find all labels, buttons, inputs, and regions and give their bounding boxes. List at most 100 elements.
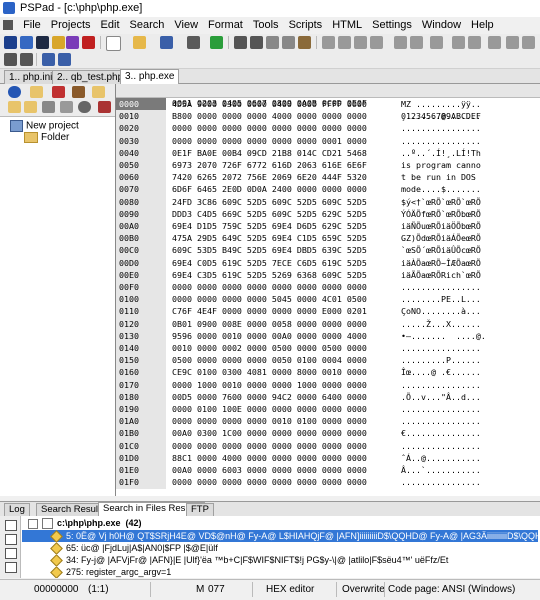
hex-row-ascii[interactable]: ................: [401, 476, 481, 489]
hex-row-bytes[interactable]: 69E4 D1D5 759C 52D5 69E4 D6D5 629C 52D5: [172, 220, 367, 233]
hex-row-ascii[interactable]: ¸.......@.......: [401, 110, 481, 123]
results-file-header[interactable]: c:\php\php.exe (42): [22, 517, 142, 529]
tab-log[interactable]: Log: [4, 503, 30, 517]
menu-format[interactable]: Format: [203, 17, 248, 33]
sort-icon[interactable]: [468, 36, 481, 49]
favorites-icon[interactable]: [52, 86, 65, 98]
menu-settings[interactable]: Settings: [367, 17, 417, 33]
matching-bracket-icon[interactable]: [4, 53, 17, 66]
hex-row-bytes[interactable]: 24FD 3C86 609C 52D5 609C 52D5 609C 52D5: [172, 196, 367, 209]
menu-tools[interactable]: Tools: [248, 17, 284, 33]
new-folder-icon[interactable]: [8, 101, 21, 113]
hex-row-ascii[interactable]: .Õ..v..."Â..d...: [401, 391, 481, 404]
search-icon[interactable]: [234, 36, 247, 49]
hex-row-ascii[interactable]: iäÀÕaœRÕ~ÎÆÕaœRÕ: [401, 257, 481, 270]
hex-row[interactable]: 0030 0000 0000 0000 0000 0000 0000 0001 0…: [116, 134, 540, 148]
menu-html[interactable]: HTML: [327, 17, 367, 33]
result-line[interactable]: 65: üc@ |FjdLuj|A$|AN0|$FP |$@E|ülf: [22, 542, 538, 554]
hex-row-ascii[interactable]: `œSÕ´œRÕiäÛÕcœRÕ: [401, 244, 481, 257]
properties-icon[interactable]: [42, 101, 55, 113]
hex-row-ascii[interactable]: ÇoNO........à...: [401, 305, 481, 318]
hex-row-ascii[interactable]: ................: [401, 379, 481, 392]
add-file-icon[interactable]: [24, 101, 37, 113]
open-project-icon[interactable]: [4, 36, 17, 49]
hex-row-bytes[interactable]: 0000 0000 0000 0000 0000 0000 0000 0000: [172, 122, 367, 135]
hex-row-bytes[interactable]: 475A 29D5 649C 52D5 69E4 C1D5 659C 52D5: [172, 232, 367, 245]
tree-folder[interactable]: Folder: [24, 132, 69, 143]
hex-row[interactable]: 01E0 00A0 0000 6003 0000 0000 0000 0000 0…: [116, 464, 540, 477]
hex-editor[interactable]: 0001 0203 0405 0607 0809 0A0B 0C0D 0E0F …: [116, 84, 540, 496]
format-icon[interactable]: [430, 36, 443, 49]
hex-row-ascii[interactable]: iäÑÕuœRÕiäÖÕbœRÕ: [401, 220, 481, 233]
hex-row-bytes[interactable]: 609C 53D5 B49C 52D5 69E4 DBD5 639C 52D5: [172, 244, 367, 257]
replace-icon[interactable]: [250, 36, 263, 49]
goto-icon[interactable]: [20, 53, 33, 66]
hex-row-ascii[interactable]: t be run in DOS: [401, 171, 481, 184]
hex-row[interactable]: 0150 0500 0000 0000 0000 0050 0100 0004 0…: [116, 354, 540, 368]
hex-row-bytes[interactable]: 0000 0000 0000 0000 0010 0100 0000 0000: [172, 415, 367, 428]
hex-row[interactable]: 0020 0000 0000 0000 0000 0000 0000 0000 0…: [116, 122, 540, 136]
tab-php-ini[interactable]: 1.. php.ini: [4, 70, 58, 84]
hex-row[interactable]: 0130 9596 0000 0010 0000 00A0 0000 0000 4…: [116, 329, 540, 343]
case-icon[interactable]: [488, 36, 501, 49]
hex-row[interactable]: 0080 24FD 3C86 609C 52D5 609C 52D5 609C 5…: [116, 195, 540, 209]
hex-row[interactable]: 0070 6D6F 6465 2E0D 0D0A 2400 0000 0000 0…: [116, 183, 540, 197]
hex-row-bytes[interactable]: B800 0000 0000 0000 4000 0000 0000 0000: [172, 110, 367, 123]
dropdown-icon[interactable]: [52, 36, 65, 49]
menu-window[interactable]: Window: [417, 17, 466, 33]
tab-php-exe[interactable]: 3.. php.exe: [120, 69, 180, 85]
hex-row-ascii[interactable]: ........PE..L...: [401, 293, 481, 306]
hex-row-bytes[interactable]: 6D6F 6465 2E0D 0D0A 2400 0000 0000 0000: [172, 183, 367, 196]
hex-row-ascii[interactable]: MZ .........ÿÿ..: [401, 98, 481, 111]
hex-row-bytes[interactable]: CE9C 0100 0300 4081 0000 8000 0010 0000: [172, 366, 367, 379]
hex-row[interactable]: 0060 7420 6265 2072 756E 2069 6E20 444F 5…: [116, 171, 540, 185]
hex-row[interactable]: 00A0 69E4 D1D5 759C 52D5 69E4 D6D5 629C 5…: [116, 220, 540, 233]
outdent-icon[interactable]: [370, 36, 383, 49]
save-icon[interactable]: [160, 36, 173, 49]
result-line[interactable]: 5: 0Ë@ Vj h0H@ QT$SRjH4E@ VD$@nH@ Fy-A@ …: [22, 530, 538, 542]
hex-row-ascii[interactable]: ................: [401, 281, 481, 294]
clip-icon[interactable]: [72, 86, 85, 98]
uncomment-icon[interactable]: [410, 36, 423, 49]
hex-row-bytes[interactable]: 00A0 0300 1C00 0000 0000 0000 0000 0000: [172, 427, 367, 440]
hex-row-bytes[interactable]: 0500 0000 0000 0000 0050 0100 0004 0000: [172, 354, 367, 367]
hex-row[interactable]: 0180 00D5 0000 7600 0000 94C2 0000 6400 0…: [116, 390, 540, 404]
hex-row-bytes[interactable]: DDD3 C4D5 669C 52D5 609C 52D5 629C 52D5: [172, 208, 367, 221]
expand-icon[interactable]: [5, 534, 17, 545]
hex-row-bytes[interactable]: 0010 0000 0002 0000 0500 0000 0500 0000: [172, 342, 367, 355]
hex-row-ascii[interactable]: .........P......: [401, 354, 481, 367]
hex-row-ascii[interactable]: •–....... ....@.: [401, 330, 486, 343]
hex-row-ascii[interactable]: .....Ž...X......: [401, 318, 481, 331]
project-icon[interactable]: [8, 86, 21, 98]
hex-row[interactable]: 01A0 0000 0000 0000 0000 0010 0100 0000 0…: [116, 415, 540, 429]
hex-row-bytes[interactable]: 0B01 0900 008E 0000 0058 0000 0000 0000: [172, 318, 367, 331]
tab-qb-test[interactable]: 2.. qb_test.php: [52, 70, 129, 84]
hex-row-bytes[interactable]: 9596 0000 0010 0000 00A0 0000 0000 4000: [172, 330, 367, 343]
open-file-icon[interactable]: [133, 36, 146, 49]
ftp-icon[interactable]: [36, 36, 49, 49]
hex-row[interactable]: 0100 0000 0000 0000 0000 5045 0000 4C01 0…: [116, 293, 540, 307]
hex-row-ascii[interactable]: Â...`...........: [401, 464, 481, 477]
hex-row-ascii[interactable]: ................: [401, 440, 481, 453]
hex-row-bytes[interactable]: 69E4 C3D5 619C 52D5 5269 6368 609C 52D5: [172, 269, 367, 282]
hex-row-ascii[interactable]: ˆÁ..@...........: [401, 452, 481, 465]
hex-row[interactable]: 00C0 609C 53D5 B49C 52D5 69E4 DBD5 639C 5…: [116, 244, 540, 258]
hex-row-bytes[interactable]: 00D5 0000 7600 0000 94C2 0000 6400 0000: [172, 391, 367, 404]
hex-row[interactable]: 0160 CE9C 0100 0300 4081 0000 8000 0010 0…: [116, 366, 540, 380]
hex-row[interactable]: 0140 0010 0000 0002 0000 0500 0000 0500 0…: [116, 342, 540, 355]
cut-icon[interactable]: [266, 36, 279, 49]
hex-row[interactable]: 0090 DDD3 C4D5 669C 52D5 609C 52D5 629C 5…: [116, 207, 540, 221]
tree-root[interactable]: New project: [10, 120, 79, 132]
menu-projects[interactable]: Projects: [46, 17, 96, 33]
tools-icon[interactable]: [98, 101, 111, 113]
hex-row-ascii[interactable]: ÝÓÄÕfœRÕ`œRÕbœRÕ: [401, 208, 481, 221]
hex-row-bytes[interactable]: 0000 1000 0010 0000 0000 1000 0000 0000: [172, 379, 367, 392]
hex-row-ascii[interactable]: ................: [401, 135, 481, 148]
hex-row-bytes[interactable]: 69E4 C0D5 619C 52D5 7ECE C6D5 619C 52D5: [172, 257, 367, 270]
hex-row-ascii[interactable]: iäÃÕaœRÕRich`œRÕ: [401, 269, 481, 282]
new-file-icon[interactable]: [106, 36, 121, 51]
hex-row-bytes[interactable]: 0000 0000 0000 0000 5045 0000 4C01 0500: [172, 293, 367, 306]
hex-row-bytes[interactable]: 0E1F BA0E 00B4 09CD 21B8 014C CD21 5468: [172, 147, 367, 160]
hex-row[interactable]: 0000 4D5A 9000 0300 0000 0400 0000 FFFF 0…: [116, 98, 540, 111]
more-icon[interactable]: [522, 36, 535, 49]
